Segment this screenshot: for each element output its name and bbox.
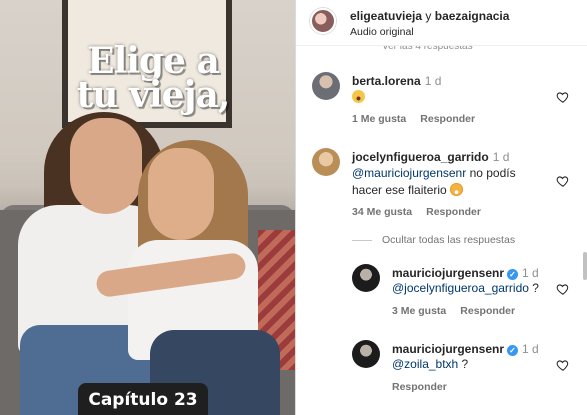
verified-badge-icon: ✓ — [507, 269, 519, 280]
author-connector: y — [425, 9, 434, 23]
comment-time[interactable]: 1 d — [522, 342, 539, 356]
comment-author: mauriciojurgensenr ✓ 1 d — [392, 266, 539, 280]
heart-icon[interactable] — [556, 282, 570, 296]
comment-text — [352, 89, 365, 106]
post-view: Elige a tu vieja, Capítulo 23 eligeatuvi… — [0, 0, 587, 415]
hide-replies-button[interactable]: Ocultar todas las respuestas — [352, 234, 515, 246]
comment-text: @jocelynfigueroa_garrido ? — [392, 280, 539, 297]
comment-time[interactable]: 1 d — [522, 266, 539, 280]
comment-author: mauriciojurgensenr ✓ 1 d — [392, 342, 539, 356]
comment-username[interactable]: mauriciojurgensenr — [392, 342, 504, 356]
comment-text: @mauriciojurgensenr no podís hacer ese f… — [352, 165, 552, 199]
avatar[interactable] — [352, 340, 380, 368]
laughing-face-emoji-icon — [450, 183, 464, 196]
comment-text-part: no podís — [466, 166, 516, 180]
comment-text-part: hacer ese flaiterio — [352, 183, 451, 197]
comment-author: jocelynfigueroa_garrido 1 d — [352, 150, 509, 164]
reply-button[interactable]: Responder — [426, 206, 481, 218]
chapter-label: Capítulo 23 — [78, 383, 208, 415]
divider-line — [352, 239, 372, 241]
likes-count[interactable]: 34 Me gusta — [352, 206, 412, 218]
comment-username[interactable]: mauriciojurgensenr — [392, 266, 504, 280]
hide-replies-label: Ocultar todas las respuestas — [382, 234, 516, 246]
avatar[interactable] — [352, 264, 380, 292]
comment-username[interactable]: jocelynfigueroa_garrido — [352, 150, 489, 164]
person-right-face — [148, 148, 214, 240]
headline-line-2: tu vieja, — [76, 74, 231, 116]
heart-icon[interactable] — [556, 174, 570, 188]
avatar[interactable] — [312, 148, 340, 176]
audio-link[interactable]: Audio original — [350, 26, 414, 38]
fearful-face-emoji-icon — [352, 90, 365, 103]
comment-meta: 1 Me gusta Responder — [352, 113, 489, 125]
author-link-1[interactable]: eligeatuvieja — [350, 9, 422, 23]
comment-time[interactable]: 1 d — [493, 150, 510, 164]
headline-line-1: Elige a — [87, 40, 220, 82]
comment-meta: 3 Me gusta Responder — [392, 305, 529, 317]
post-header: eligeatuvieja y baezaignacia Audio origi… — [296, 0, 587, 46]
reply-button[interactable]: Responder — [460, 305, 515, 317]
avatar[interactable] — [312, 72, 340, 100]
reply-button[interactable]: Responder — [392, 381, 447, 393]
likes-count[interactable]: 1 Me gusta — [352, 113, 406, 125]
video-headline: Elige a tu vieja, — [58, 40, 248, 116]
comment-meta: 34 Me gusta Responder — [352, 206, 495, 218]
likes-count[interactable]: 3 Me gusta — [392, 305, 446, 317]
verified-badge-icon: ✓ — [507, 345, 519, 356]
mention-link[interactable]: @mauriciojurgensenr — [352, 166, 466, 180]
author-link-2[interactable]: baezaignacia — [435, 9, 510, 23]
author-avatar[interactable] — [310, 8, 336, 34]
scrollbar[interactable] — [583, 252, 587, 280]
mention-link[interactable]: @zoila_btxh — [392, 357, 458, 371]
reel-video[interactable]: Elige a tu vieja, Capítulo 23 — [0, 0, 295, 415]
comment-text-part: ? — [528, 281, 539, 295]
comments-panel: eligeatuvieja y baezaignacia Audio origi… — [295, 0, 587, 415]
post-authors: eligeatuvieja y baezaignacia — [350, 9, 509, 23]
comment-text-part: ? — [458, 357, 469, 371]
mention-link[interactable]: @jocelynfigueroa_garrido — [392, 281, 529, 295]
person-left-face — [70, 118, 142, 214]
comment-author: berta.lorena 1 d — [352, 74, 441, 88]
comment-meta: Responder — [392, 381, 461, 393]
heart-icon[interactable] — [556, 90, 570, 104]
comment-text: @zoila_btxh ? — [392, 356, 468, 373]
comment-time[interactable]: 1 d — [425, 74, 442, 88]
author-connector-text: y — [425, 9, 432, 23]
comment-username[interactable]: berta.lorena — [352, 74, 421, 88]
heart-icon[interactable] — [556, 358, 570, 372]
reply-button[interactable]: Responder — [420, 113, 475, 125]
